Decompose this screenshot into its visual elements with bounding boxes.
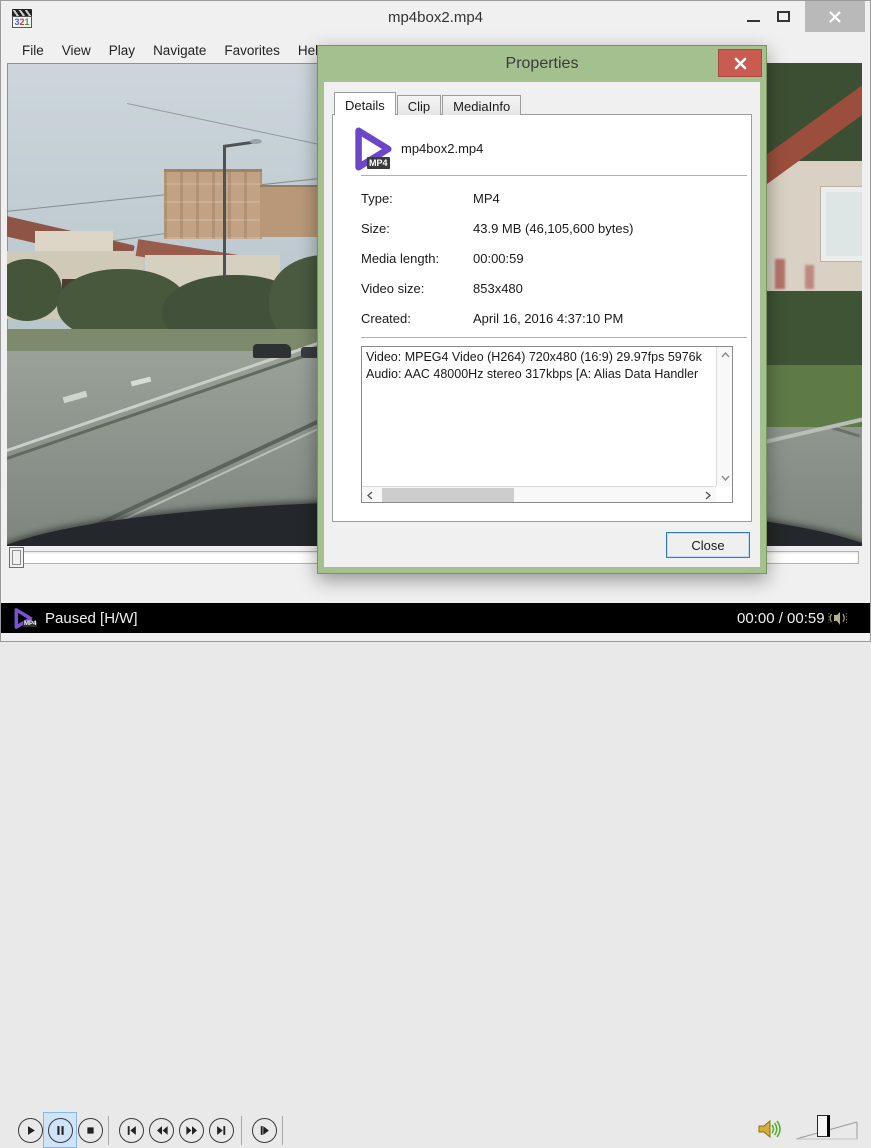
close-button[interactable]: Close	[666, 532, 750, 558]
detail-value: April 16, 2016 4:37:10 PM	[473, 311, 624, 326]
frame-step-button[interactable]	[252, 1118, 277, 1143]
detail-value: 853x480	[473, 281, 523, 296]
chevron-up-icon	[720, 352, 730, 358]
detail-row-size: Size: 43.9 MB (46,105,600 bytes)	[361, 221, 741, 241]
chevron-left-icon	[367, 490, 373, 500]
mp4-type-badge: MP4	[367, 157, 390, 169]
vertical-scrollbar[interactable]	[716, 347, 732, 486]
separator-line	[361, 175, 747, 176]
menu-view[interactable]: View	[53, 39, 100, 62]
tab-strip: Details Clip MediaInfo	[334, 92, 522, 115]
detail-label: Media length:	[361, 251, 440, 266]
scroll-right-button[interactable]	[700, 487, 716, 503]
title-bar: 321 mp4box2.mp4	[1, 1, 870, 37]
video-stream-line: Video: MPEG4 Video (H264) 720x480 (16:9)…	[366, 350, 702, 364]
apartment-building	[164, 169, 262, 239]
stream-info-box[interactable]: Video: MPEG4 Video (H264) 720x480 (16:9)…	[361, 346, 733, 503]
rewind-button[interactable]	[149, 1118, 174, 1143]
pause-button[interactable]	[48, 1118, 73, 1143]
horizontal-scroll-thumb[interactable]	[382, 488, 514, 502]
detail-row-video-size: Video size: 853x480	[361, 281, 741, 301]
skip-back-button[interactable]	[119, 1118, 144, 1143]
fast-forward-button[interactable]	[179, 1118, 204, 1143]
file-name: mp4box2.mp4	[401, 141, 484, 156]
time-display: 00:00 / 00:59	[737, 610, 825, 627]
rewind-icon	[156, 1126, 168, 1135]
stream-info-text: Video: MPEG4 Video (H264) 720x480 (16:9)…	[366, 349, 714, 484]
car	[253, 344, 291, 358]
separator	[241, 1116, 242, 1145]
mp4-badge: MP4	[23, 621, 38, 627]
playback-state: Paused [H/W]	[45, 610, 138, 627]
minimize-icon	[746, 19, 760, 22]
volume-icon[interactable]	[758, 1118, 782, 1140]
close-icon	[734, 57, 746, 69]
tab-details[interactable]: Details	[334, 92, 396, 115]
detail-label: Created:	[361, 311, 411, 326]
skip-forward-button[interactable]	[209, 1118, 234, 1143]
detail-label: Video size:	[361, 281, 425, 296]
horizontal-scrollbar[interactable]	[362, 486, 716, 502]
menu-file[interactable]: File	[13, 39, 53, 62]
stop-icon	[87, 1127, 94, 1134]
skip-forward-icon	[217, 1126, 226, 1135]
detail-value: 00:00:59	[473, 251, 524, 266]
stop-button[interactable]	[78, 1118, 103, 1143]
menu-play[interactable]: Play	[100, 39, 144, 62]
detail-row-type: Type: MP4	[361, 191, 741, 211]
frame-step-icon	[260, 1126, 269, 1135]
separator	[282, 1116, 283, 1145]
right-house-window	[821, 187, 862, 261]
player-window: 321 mp4box2.mp4 File View Play Navigate …	[0, 0, 871, 1148]
menu-navigate[interactable]: Navigate	[144, 39, 215, 62]
detail-label: Type:	[361, 191, 393, 206]
minimize-button[interactable]	[739, 1, 767, 32]
play-button[interactable]	[18, 1118, 43, 1143]
scroll-left-button[interactable]	[362, 487, 378, 503]
red-flowers	[775, 259, 785, 289]
red-flowers	[805, 265, 814, 289]
fast-forward-icon	[185, 1126, 197, 1135]
dialog-title: Properties	[505, 55, 579, 72]
street-lamp-arm	[222, 140, 253, 148]
tab-mediainfo[interactable]: MediaInfo	[442, 95, 522, 115]
scroll-up-button[interactable]	[717, 347, 733, 363]
detail-value: 43.9 MB (46,105,600 bytes)	[473, 221, 634, 236]
separator	[108, 1116, 109, 1145]
maximize-button[interactable]	[769, 1, 797, 32]
street-lamp-head	[250, 139, 262, 144]
chevron-down-icon	[720, 475, 730, 481]
audio-status-icon	[828, 612, 847, 625]
status-bar: MP4 Paused [H/W] 00:00 / 00:59	[1, 603, 870, 633]
dialog-body: Details Clip MediaInfo MP4 mp4box2.mp4 T…	[324, 82, 760, 567]
seek-thumb[interactable]	[9, 547, 24, 568]
maximize-icon	[776, 11, 790, 22]
detail-label: Size:	[361, 221, 390, 236]
close-window-button[interactable]	[805, 1, 865, 32]
close-icon	[829, 10, 841, 23]
detail-row-created: Created: April 16, 2016 4:37:10 PM	[361, 311, 741, 331]
mp4-file-icon: MP4	[349, 125, 395, 173]
separator-line	[361, 337, 747, 338]
chevron-right-icon	[705, 490, 711, 500]
menu-favorites[interactable]: Favorites	[215, 39, 289, 62]
tab-clip[interactable]: Clip	[396, 95, 442, 115]
detail-value: MP4	[473, 191, 500, 206]
dialog-close-button[interactable]	[718, 49, 762, 77]
details-tab-page: MP4 mp4box2.mp4 Type: MP4 Size: 43.9 MB …	[332, 114, 752, 522]
mpc-logo-icon: MP4	[11, 607, 38, 630]
detail-row-media-length: Media length: 00:00:59	[361, 251, 741, 271]
volume-thumb[interactable]	[817, 1115, 830, 1137]
skip-back-icon	[127, 1126, 136, 1135]
pause-icon	[57, 1126, 64, 1135]
scroll-down-button[interactable]	[717, 470, 733, 486]
audio-stream-line: Audio: AAC 48000Hz stereo 317kbps [A: Al…	[366, 367, 699, 381]
play-icon	[28, 1126, 35, 1135]
properties-dialog: Properties Details Clip MediaInfo MP4 mp…	[317, 45, 767, 574]
